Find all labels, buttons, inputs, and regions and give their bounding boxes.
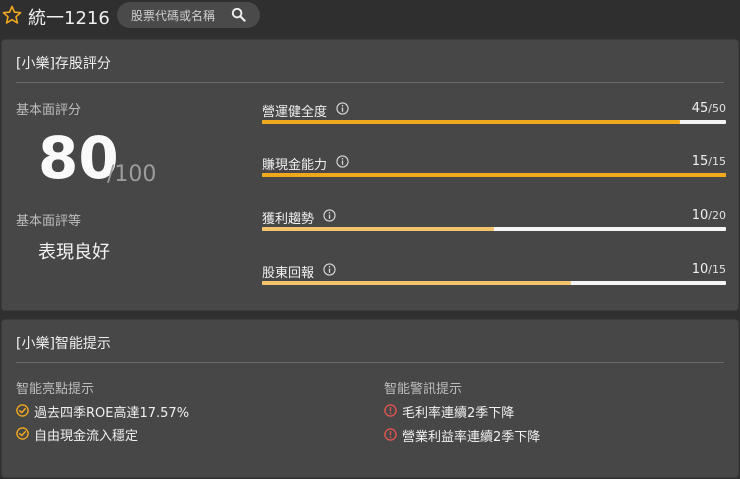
metric-row: 獲利趨勢 10/20 xyxy=(260,208,726,248)
metric-label: 獲利趨勢 xyxy=(262,212,315,227)
metric-score: 45 xyxy=(691,101,709,116)
metric-value: 45/50 xyxy=(692,101,726,116)
stock-title: 統一1216 xyxy=(28,8,110,29)
metric-max: /15 xyxy=(708,263,726,276)
metric-row: 股東回報 10/15 xyxy=(260,262,726,302)
progress-track xyxy=(262,120,726,124)
info-icon[interactable] xyxy=(336,102,349,115)
metric-score: 10 xyxy=(691,208,709,223)
metric-row: 賺現金能力 15/15 xyxy=(260,154,726,194)
metric-label: 賺現金能力 xyxy=(262,158,328,173)
hint-text: 毛利率連續2季下降 xyxy=(402,406,515,421)
warning-hint-title: 智能警訊提示 xyxy=(384,382,463,397)
info-icon[interactable] xyxy=(323,209,336,222)
hint-panel: [小樂]智能提示 智能亮點提示 過去四季ROE高達17.57% 自由現金流入穩定… xyxy=(2,320,738,477)
metric-value: 10/20 xyxy=(692,208,726,223)
search-input[interactable]: 股票代碼或名稱 xyxy=(131,7,215,24)
panel-title: [小樂]智能提示 xyxy=(16,336,111,352)
progress-track xyxy=(262,173,726,177)
fundamental-grade: 表現良好 xyxy=(38,242,110,263)
metric-value: 15/15 xyxy=(692,154,726,169)
divider xyxy=(16,362,724,363)
metric-value: 10/15 xyxy=(692,262,726,277)
progress-fill xyxy=(262,120,680,124)
progress-fill xyxy=(262,281,572,285)
metric-label: 營運健全度 xyxy=(262,105,328,120)
progress-track xyxy=(262,281,726,285)
warning-circle-icon xyxy=(384,404,397,417)
check-circle-icon xyxy=(16,404,29,417)
metric-label: 股東回報 xyxy=(262,266,315,281)
warning-circle-icon xyxy=(384,428,397,441)
grade-label: 基本面評等 xyxy=(16,214,82,229)
progress-fill xyxy=(262,227,494,231)
metric-max: /15 xyxy=(708,155,726,168)
metric-score: 15 xyxy=(691,154,709,169)
score-max: /100 xyxy=(107,162,157,187)
metric-score: 10 xyxy=(691,262,709,277)
info-icon[interactable] xyxy=(336,155,349,168)
hint-text: 過去四季ROE高達17.57% xyxy=(34,406,190,421)
score-panel: [小樂]存股評分 基本面評分 80 /100 基本面評等 表現良好 營運健全度 … xyxy=(2,40,738,310)
divider xyxy=(16,82,724,83)
hint-text: 自由現金流入穩定 xyxy=(34,429,139,444)
panel-title: [小樂]存股評分 xyxy=(16,56,111,72)
star-icon[interactable] xyxy=(2,5,22,25)
metric-max: /50 xyxy=(708,102,726,115)
info-icon[interactable] xyxy=(323,263,336,276)
metric-max: /20 xyxy=(708,209,726,222)
search-box[interactable]: 股票代碼或名稱 xyxy=(117,2,260,28)
metric-row: 營運健全度 45/50 xyxy=(260,101,726,141)
check-circle-icon xyxy=(16,427,29,440)
hint-text: 營業利益率連續2季下降 xyxy=(402,430,541,445)
progress-fill xyxy=(262,173,726,177)
score-label: 基本面評分 xyxy=(16,103,82,118)
top-bar: 統一1216 股票代碼或名稱 xyxy=(0,0,740,34)
positive-hint-title: 智能亮點提示 xyxy=(16,382,95,397)
search-icon[interactable] xyxy=(231,7,246,22)
progress-track xyxy=(262,227,726,231)
